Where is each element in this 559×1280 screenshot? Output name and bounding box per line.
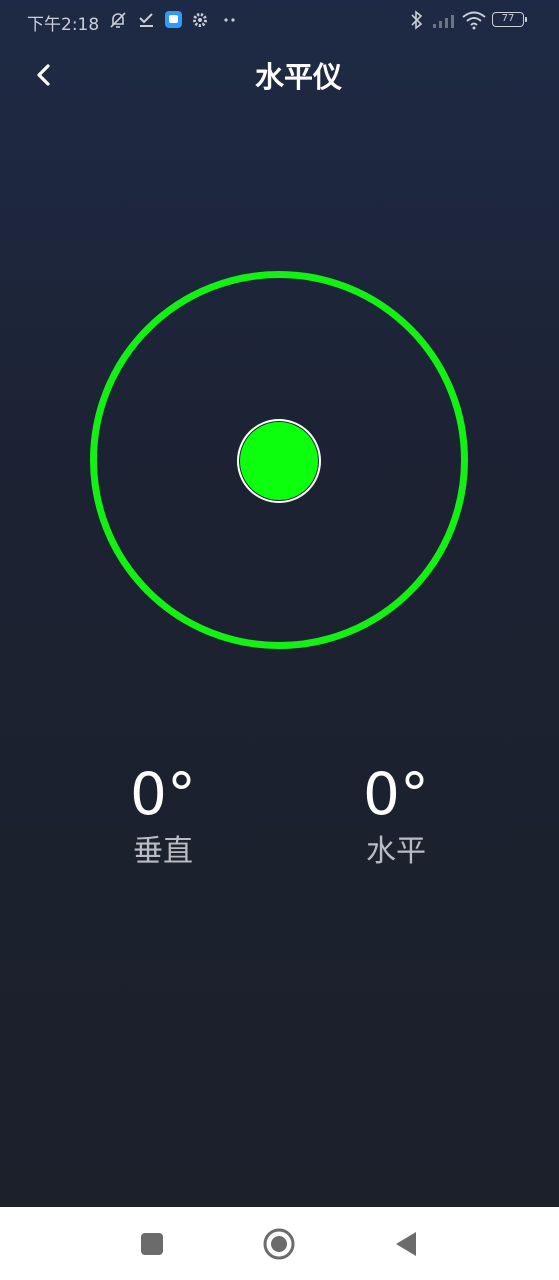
status-bar: 下午2:18 77 [0,0,559,42]
back-triangle-icon [396,1232,416,1256]
page-title: 水平仪 [254,60,342,94]
mute-icon [108,10,128,30]
settings-icon [191,10,209,30]
wifi-icon [461,10,487,30]
nav-back-button[interactable] [389,1227,423,1261]
level-screen: 下午2:18 77 水平仪 0° 垂直 0° 水平 [0,0,559,1207]
horizontal-readout: 0° 水平 [316,758,476,872]
signal-icon [432,10,458,30]
level-bubble [237,419,321,503]
home-circle-icon [263,1228,295,1260]
app-notification-icon [164,10,184,30]
check-icon [138,10,156,30]
bluetooth-icon [410,10,424,30]
home-button[interactable] [262,1227,296,1261]
horizontal-angle-label: 水平 [366,834,426,869]
system-nav-bar [0,1207,559,1280]
vertical-angle-value: 0° [130,760,196,828]
battery-icon: 77 [492,12,527,27]
more-dots-icon [222,10,240,30]
recents-button[interactable] [135,1227,169,1261]
vertical-readout: 0° 垂直 [83,758,243,872]
status-time: 下午2:18 [27,15,100,35]
recents-square-icon [141,1233,163,1255]
horizontal-angle-value: 0° [363,760,429,828]
vertical-angle-label: 垂直 [133,834,193,869]
